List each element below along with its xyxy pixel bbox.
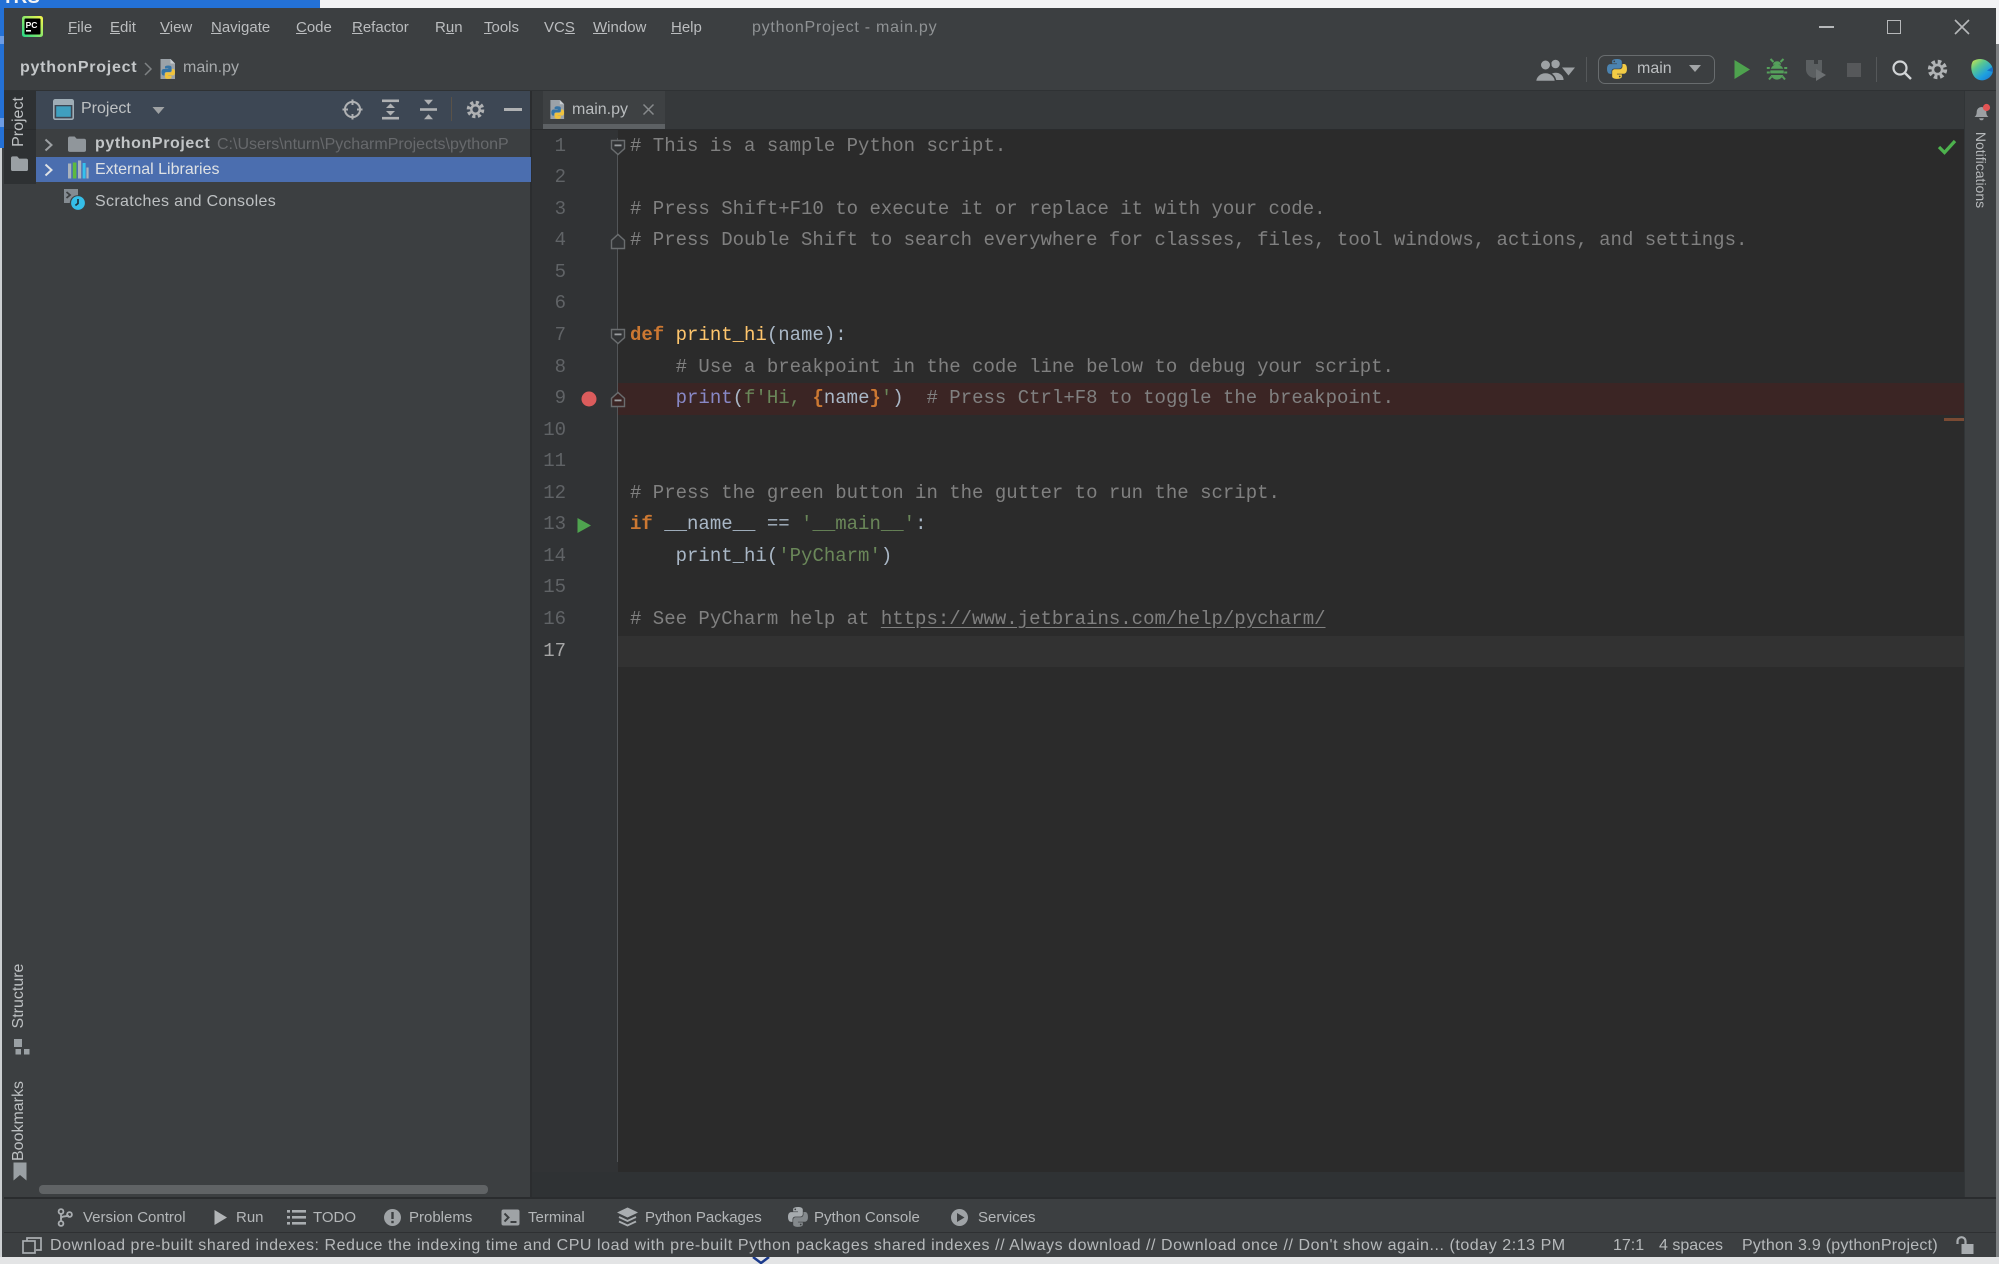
svg-text:PC: PC: [26, 20, 38, 30]
